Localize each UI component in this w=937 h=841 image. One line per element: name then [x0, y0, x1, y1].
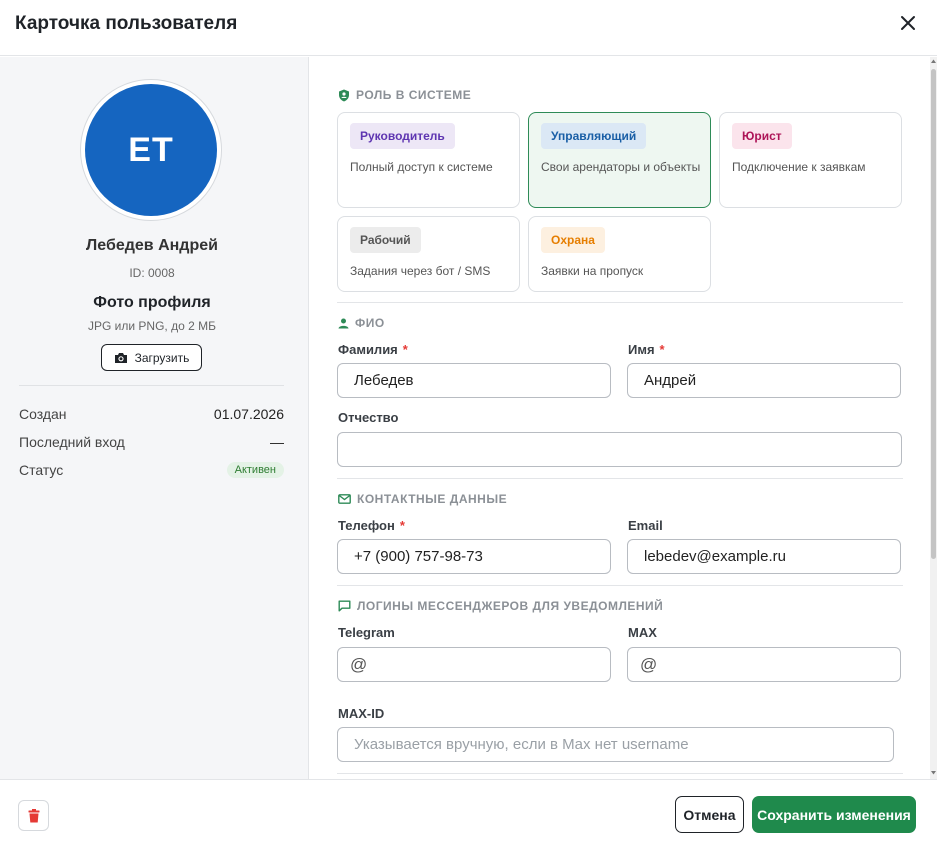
max-input[interactable]: [662, 649, 892, 680]
scroll-up-arrow-icon[interactable]: [930, 57, 937, 65]
chat-icon: [338, 600, 351, 612]
dialog-header: Карточка пользователя: [0, 0, 937, 56]
role-description: Свои арендаторы и объекты: [541, 160, 701, 174]
created-value: 01.07.2026: [213, 406, 284, 422]
role-badge: Охрана: [541, 227, 605, 253]
phone-label: Телефон *: [338, 518, 405, 533]
avatar-frame: ЕТ: [80, 79, 222, 221]
status-row: Статус Активен: [19, 460, 284, 480]
role-card-property-manager[interactable]: Управляющий Свои арендаторы и объекты: [528, 112, 711, 208]
telegram-input[interactable]: [372, 649, 602, 680]
max-label: MAX: [628, 625, 657, 640]
role-badge: Юрист: [732, 123, 792, 149]
dialog-title: Карточка пользователя: [15, 13, 238, 34]
role-badge: Управляющий: [541, 123, 647, 149]
at-sign-icon: @: [350, 655, 368, 674]
messengers-section-header: ЛОГИНЫ МЕССЕНДЖЕРОВ ДЛЯ УВЕДОМЛЕНИЙ: [338, 599, 663, 613]
status-label: Статус: [19, 462, 64, 478]
roles-section-header: РОЛЬ В СИСТЕМЕ: [338, 88, 471, 102]
delete-user-button[interactable]: [18, 800, 49, 831]
user-id: ID: 0008: [129, 266, 175, 280]
role-badge: Руководитель: [350, 123, 455, 149]
mail-icon: [338, 494, 351, 504]
created-row: Создан 01.07.2026: [19, 404, 284, 424]
first-name-label: Имя *: [628, 342, 665, 357]
patronymic-input[interactable]: [337, 432, 902, 467]
status-badge: Активен: [226, 462, 284, 478]
save-changes-button[interactable]: Сохранить изменения: [752, 796, 916, 833]
at-sign-icon: @: [640, 655, 658, 674]
phone-input[interactable]: [337, 539, 611, 574]
camera-icon: [114, 352, 127, 363]
photo-hint: JPG или PNG, до 2 МБ: [88, 319, 216, 333]
maxid-label: MAX-ID: [338, 706, 385, 721]
contacts-section-title: КОНТАКТНЫЕ ДАННЫЕ: [357, 492, 508, 506]
shield-icon: [339, 89, 349, 101]
divider: [337, 478, 903, 479]
email-input[interactable]: [627, 539, 901, 574]
last-login-row: Последний вход —: [19, 432, 284, 452]
role-card-security[interactable]: Охрана Заявки на пропуск: [528, 216, 711, 292]
close-icon: [901, 16, 915, 30]
role-card-lawyer[interactable]: Юрист Подключение к заявкам: [719, 112, 902, 208]
avatar: ЕТ: [85, 84, 217, 216]
required-mark: *: [402, 342, 408, 357]
created-label: Создан: [19, 406, 67, 422]
last-name-label: Фамилия *: [338, 342, 408, 357]
last-login-label: Последний вход: [19, 434, 125, 450]
divider: [19, 385, 284, 386]
last-name-input[interactable]: [337, 363, 611, 398]
email-label: Email: [628, 518, 663, 533]
close-button[interactable]: [896, 11, 920, 35]
telegram-label: Telegram: [338, 625, 395, 640]
dialog-footer: Отмена Сохранить изменения: [0, 779, 937, 841]
required-mark: *: [659, 342, 665, 357]
divider: [337, 302, 903, 303]
messengers-section-title: ЛОГИНЫ МЕССЕНДЖЕРОВ ДЛЯ УВЕДОМЛЕНИЙ: [357, 599, 664, 613]
roles-section-title: РОЛЬ В СИСТЕМЕ: [356, 88, 472, 102]
last-login-value: —: [270, 434, 284, 450]
profile-panel: ЕТ Лебедев Андрей ID: 0008 Фото профиля …: [0, 57, 309, 779]
max-field[interactable]: @: [627, 647, 901, 682]
patronymic-label: Отчество: [338, 410, 399, 425]
role-description: Задания через бот / SMS: [350, 264, 491, 278]
user-card-dialog: Карточка пользователя ЕТ Лебедев Андрей …: [0, 0, 937, 841]
divider: [337, 585, 903, 586]
role-description: Подключение к заявкам: [732, 160, 866, 174]
fio-section-header: ФИО: [338, 316, 385, 330]
role-description: Заявки на пропуск: [541, 264, 644, 278]
role-card-manager[interactable]: Руководитель Полный доступ к системе: [337, 112, 520, 208]
divider: [337, 773, 903, 774]
scrollbar[interactable]: [930, 57, 937, 779]
upload-photo-button[interactable]: Загрузить: [101, 344, 202, 371]
photo-title: Фото профиля: [93, 294, 211, 311]
cancel-button[interactable]: Отмена: [675, 796, 744, 833]
upload-label: Загрузить: [134, 350, 190, 365]
maxid-input[interactable]: [337, 727, 894, 762]
role-badge: Рабочий: [350, 227, 421, 253]
role-card-worker[interactable]: Рабочий Задания через бот / SMS: [337, 216, 520, 292]
user-name: Лебедев Андрей: [86, 237, 218, 254]
scrollbar-thumb[interactable]: [931, 69, 936, 559]
fio-section-title: ФИО: [355, 316, 385, 330]
scroll-down-arrow-icon[interactable]: [930, 769, 937, 777]
telegram-field[interactable]: @: [337, 647, 611, 682]
trash-icon: [28, 808, 39, 822]
role-description: Полный доступ к системе: [350, 160, 493, 174]
first-name-input[interactable]: [627, 363, 901, 398]
contacts-section-header: КОНТАКТНЫЕ ДАННЫЕ: [338, 492, 507, 506]
user-form: РОЛЬ В СИСТЕМЕ Руководитель Полный досту…: [310, 57, 930, 779]
required-mark: *: [399, 518, 405, 533]
person-icon: [338, 318, 349, 328]
